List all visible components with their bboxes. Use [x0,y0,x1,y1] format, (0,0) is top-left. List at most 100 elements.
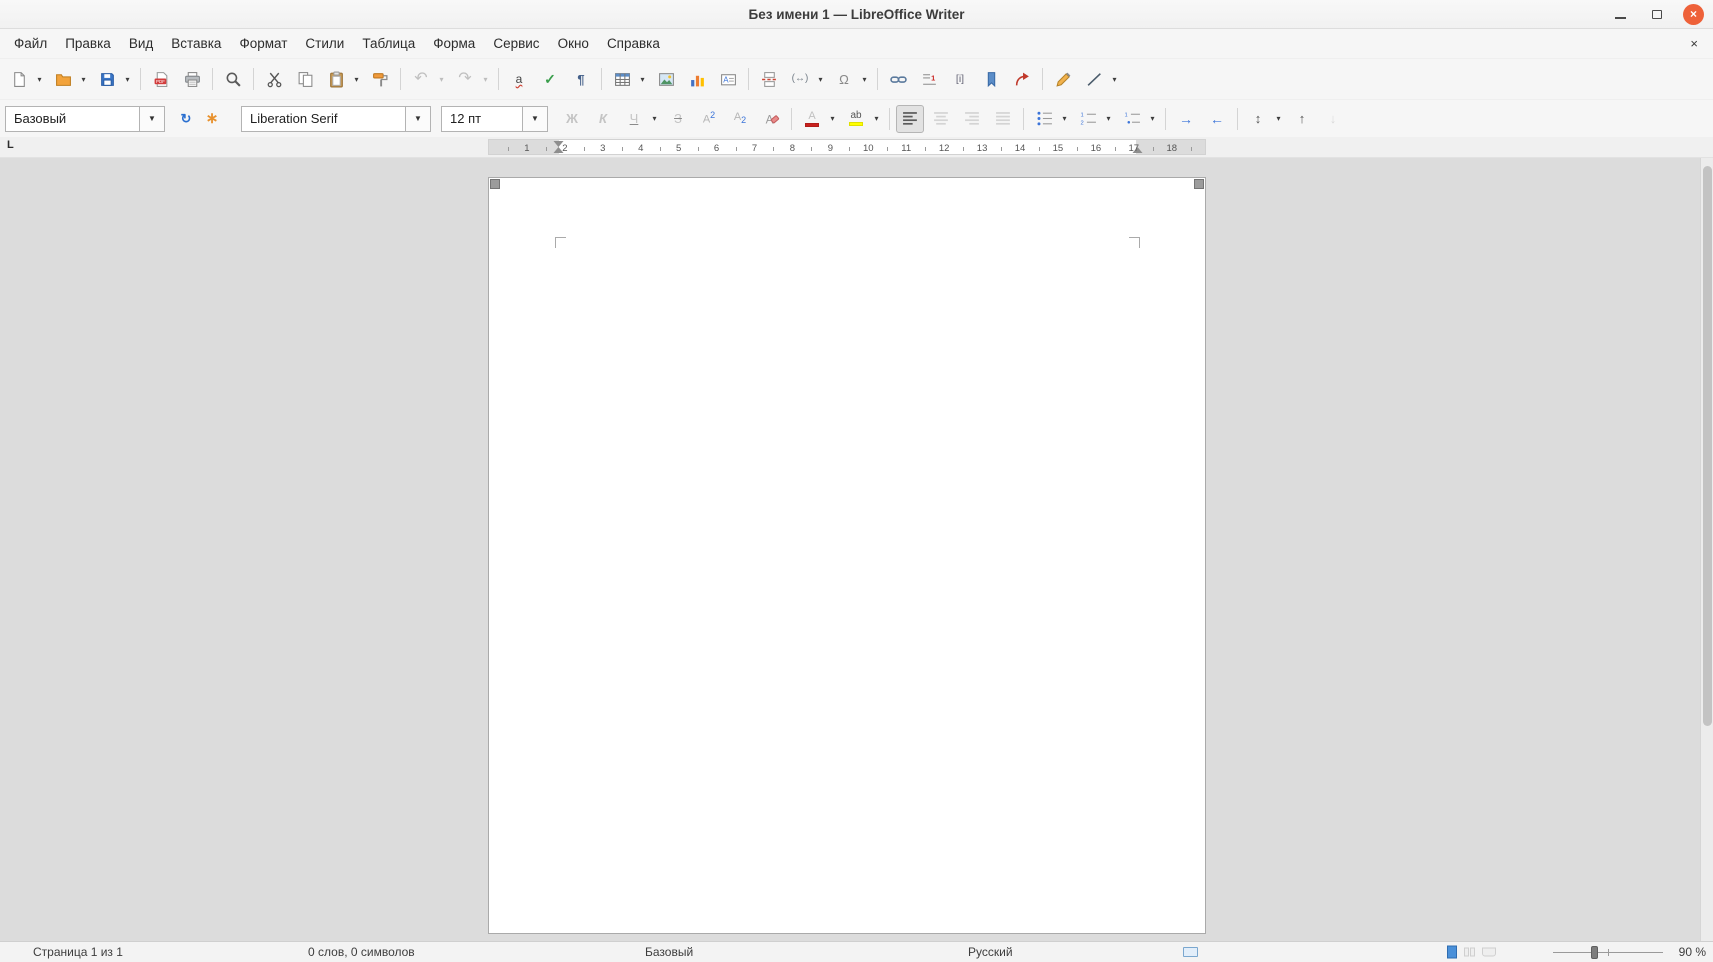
menu-tools[interactable]: Сервис [484,32,548,56]
find-replace-button[interactable] [219,65,247,93]
bold-button[interactable]: Ж [558,105,586,133]
insert-textbox-button[interactable]: A [714,65,742,93]
undo-dropdown[interactable]: ▾ [435,65,448,93]
new-style-button[interactable]: ∗ [199,106,225,132]
menu-view[interactable]: Вид [120,32,162,56]
increase-indent-button[interactable]: → [1172,105,1200,133]
font-size-dropdown[interactable]: ▼ [522,106,548,132]
scrollbar-thumb[interactable] [1703,166,1712,726]
font-name-dropdown[interactable]: ▼ [405,106,431,132]
tab-stop-type-selector[interactable]: L [7,139,14,151]
insert-special-character-button[interactable]: Ω [830,65,858,93]
formatting-marks-button[interactable]: ¶ [567,65,595,93]
insert-table-button[interactable] [608,65,636,93]
document-page[interactable] [488,177,1206,934]
zoom-slider[interactable] [1553,942,1663,962]
spelling-button[interactable]: a [505,65,533,93]
font-size-combobox[interactable]: 12 пт ▼ [441,106,548,132]
paste-dropdown[interactable]: ▾ [350,65,363,93]
insert-special-character-dropdown[interactable]: ▾ [858,65,871,93]
menu-edit[interactable]: Правка [56,32,120,56]
insert-bookmark-button[interactable] [977,65,1005,93]
menu-table[interactable]: Таблица [353,32,424,56]
paragraph-style-dropdown[interactable]: ▼ [139,106,165,132]
menu-file[interactable]: Файл [5,32,56,56]
clear-formatting-button[interactable]: A [757,105,785,133]
align-right-button[interactable] [958,105,986,133]
export-pdf-button[interactable]: PDF [147,65,175,93]
menu-format[interactable]: Формат [230,32,296,56]
copy-button[interactable] [291,65,319,93]
document-area[interactable] [0,158,1713,941]
restore-button[interactable] [1646,3,1668,25]
insert-chart-button[interactable] [683,65,711,93]
insert-endnote-button[interactable]: [i] [946,65,974,93]
insert-line-dropdown[interactable]: ▾ [1108,65,1121,93]
close-document-button[interactable]: × [1690,36,1708,51]
menu-help[interactable]: Справка [598,32,669,56]
clone-formatting-button[interactable] [366,65,394,93]
insert-image-button[interactable] [652,65,680,93]
zoom-slider-thumb[interactable] [1591,946,1598,959]
menu-form[interactable]: Форма [424,32,484,56]
open-button[interactable] [49,65,77,93]
page-style-status[interactable]: Базовый [645,945,693,959]
auto-spellcheck-button[interactable]: ✓ [536,65,564,93]
italic-button[interactable]: К [589,105,617,133]
align-center-button[interactable] [927,105,955,133]
font-size-value[interactable]: 12 пт [441,106,522,132]
new-document-button[interactable] [5,65,33,93]
insert-field-dropdown[interactable]: ▾ [814,65,827,93]
strikethrough-button[interactable]: З [664,105,692,133]
insert-table-dropdown[interactable]: ▾ [636,65,649,93]
paragraph-style-combobox[interactable]: Базовый ▼ [5,106,165,132]
paragraph-style-value[interactable]: Базовый [5,106,139,132]
undo-button[interactable]: ↶ [407,65,435,93]
redo-dropdown[interactable]: ▾ [479,65,492,93]
line-spacing-dropdown[interactable]: ▾ [1272,105,1285,133]
print-button[interactable] [178,65,206,93]
cut-button[interactable] [260,65,288,93]
outline-list-dropdown[interactable]: ▾ [1146,105,1159,133]
titlebar[interactable]: Без имени 1 — LibreOffice Writer × [0,0,1713,29]
menu-window[interactable]: Окно [549,32,598,56]
page-number-status[interactable]: Страница 1 из 1 [33,945,123,959]
bullet-list-dropdown[interactable]: ▾ [1058,105,1071,133]
paste-button[interactable] [322,65,350,93]
justify-button[interactable] [989,105,1017,133]
line-spacing-button[interactable]: ↕ [1244,105,1272,133]
selection-mode-icon[interactable] [1183,947,1198,957]
minimize-button[interactable] [1609,3,1631,25]
new-document-dropdown[interactable]: ▾ [33,65,46,93]
underline-button[interactable]: Ч [620,105,648,133]
zoom-level[interactable]: 90 % [1679,945,1706,959]
book-view-icon[interactable] [1482,948,1496,957]
increase-paragraph-spacing-button[interactable]: ↑ [1288,105,1316,133]
ruler-scale[interactable]: 123456789101112131415161718 [488,139,1206,155]
numbered-list-button[interactable]: 12 [1074,105,1102,133]
menu-insert[interactable]: Вставка [162,32,230,56]
highlight-color-button[interactable]: ab [842,105,870,133]
close-button[interactable]: × [1683,4,1704,25]
word-count-status[interactable]: 0 слов, 0 символов [308,945,415,959]
insert-line-button[interactable] [1080,65,1108,93]
language-status[interactable]: Русский [968,945,1013,959]
highlight-color-dropdown[interactable]: ▾ [870,105,883,133]
insert-field-button[interactable]: (↔) [786,65,814,93]
open-dropdown[interactable]: ▾ [77,65,90,93]
font-color-button[interactable]: А [798,105,826,133]
font-name-combobox[interactable]: Liberation Serif ▼ [241,106,431,132]
subscript-button[interactable]: A2 [726,105,754,133]
insert-page-break-button[interactable] [755,65,783,93]
update-style-button[interactable]: ↻ [173,106,199,132]
redo-button[interactable]: ↷ [451,65,479,93]
insert-footnote-button[interactable]: 1 [915,65,943,93]
decrease-paragraph-spacing-button[interactable]: ↓ [1319,105,1347,133]
font-name-value[interactable]: Liberation Serif [241,106,405,132]
vertical-scrollbar[interactable] [1700,158,1713,941]
insert-hyperlink-button[interactable] [884,65,912,93]
bullet-list-button[interactable] [1030,105,1058,133]
track-changes-button[interactable] [1049,65,1077,93]
insert-cross-reference-button[interactable] [1008,65,1036,93]
multi-page-view-icon[interactable] [1464,948,1475,957]
